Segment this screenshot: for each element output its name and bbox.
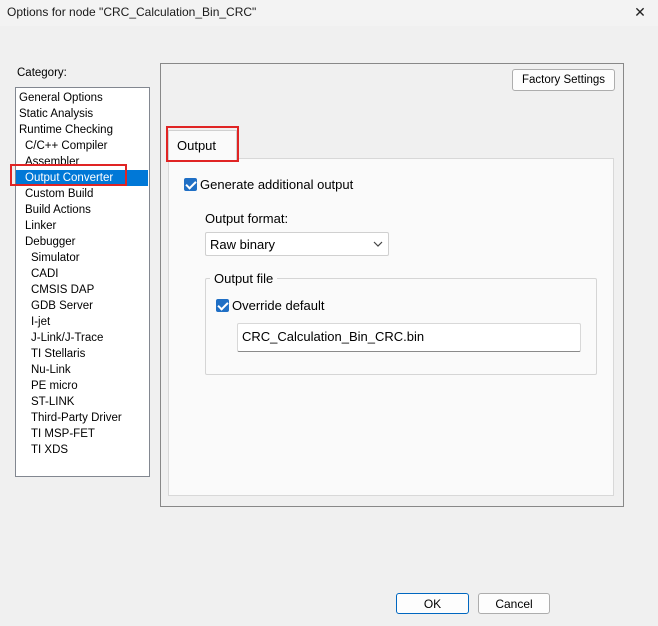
generate-output-label: Generate additional output bbox=[200, 177, 354, 192]
category-item-j-link-j-trace[interactable]: J-Link/J-Trace bbox=[16, 330, 148, 346]
title-bar: Options for node "CRC_Calculation_Bin_CR… bbox=[0, 0, 658, 26]
category-item-runtime-checking[interactable]: Runtime Checking bbox=[16, 122, 148, 138]
category-label: Category: bbox=[17, 67, 67, 79]
close-icon[interactable]: ✕ bbox=[622, 0, 658, 24]
category-item-third-party-driver[interactable]: Third-Party Driver bbox=[16, 410, 148, 426]
generate-output-checkbox[interactable] bbox=[184, 178, 197, 191]
category-item-ti-msp-fet[interactable]: TI MSP-FET bbox=[16, 426, 148, 442]
category-item-build-actions[interactable]: Build Actions bbox=[16, 202, 148, 218]
category-item-pe-micro[interactable]: PE micro bbox=[16, 378, 148, 394]
category-item-st-link[interactable]: ST-LINK bbox=[16, 394, 148, 410]
category-item-cmsis-dap[interactable]: CMSIS DAP bbox=[16, 282, 148, 298]
chevron-down-icon bbox=[373, 241, 383, 247]
window-title: Options for node "CRC_Calculation_Bin_CR… bbox=[7, 5, 257, 19]
category-item-i-jet[interactable]: I-jet bbox=[16, 314, 148, 330]
category-item-custom-build[interactable]: Custom Build bbox=[16, 186, 148, 202]
output-file-group-title: Output file bbox=[210, 271, 278, 286]
category-item-ti-stellaris[interactable]: TI Stellaris bbox=[16, 346, 148, 362]
category-item-assembler[interactable]: Assembler bbox=[16, 154, 148, 170]
output-format-value: Raw binary bbox=[210, 237, 276, 252]
category-item-debugger[interactable]: Debugger bbox=[16, 234, 148, 250]
output-filename-field[interactable]: CRC_Calculation_Bin_CRC.bin bbox=[237, 323, 581, 352]
category-item-nu-link[interactable]: Nu-Link bbox=[16, 362, 148, 378]
category-item-simulator[interactable]: Simulator bbox=[16, 250, 148, 266]
category-item-linker[interactable]: Linker bbox=[16, 218, 148, 234]
category-item-general-options[interactable]: General Options bbox=[16, 90, 148, 106]
category-item-static-analysis[interactable]: Static Analysis bbox=[16, 106, 148, 122]
ok-button[interactable]: OK bbox=[396, 593, 469, 614]
override-default-label: Override default bbox=[232, 298, 325, 313]
factory-settings-button[interactable]: Factory Settings bbox=[512, 69, 615, 91]
tab-output[interactable]: Output bbox=[168, 130, 237, 160]
category-list[interactable]: General Options Static Analysis Runtime Ch… bbox=[15, 87, 150, 477]
category-item-gdb-server[interactable]: GDB Server bbox=[16, 298, 148, 314]
cancel-button[interactable]: Cancel bbox=[478, 593, 550, 614]
category-item-ti-xds[interactable]: TI XDS bbox=[16, 442, 148, 458]
output-format-label: Output format: bbox=[205, 211, 289, 226]
category-item-cadi[interactable]: CADI bbox=[16, 266, 148, 282]
output-format-select[interactable]: Raw binary bbox=[205, 232, 389, 256]
category-item-c-c-compiler[interactable]: C/C++ Compiler bbox=[16, 138, 148, 154]
category-item-output-converter[interactable]: Output Converter bbox=[16, 170, 148, 186]
override-default-checkbox[interactable] bbox=[216, 299, 229, 312]
